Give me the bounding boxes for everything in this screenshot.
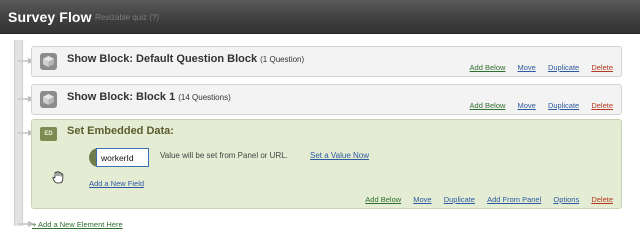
embedded-data-icon: ED bbox=[40, 127, 57, 141]
flow-connector: ▶ bbox=[18, 129, 34, 137]
delete-link[interactable]: Delete bbox=[591, 63, 613, 72]
duplicate-link[interactable]: Duplicate bbox=[548, 63, 579, 72]
embedded-field-input[interactable] bbox=[96, 148, 149, 167]
set-value-now-link[interactable]: Set a Value Now bbox=[310, 151, 369, 160]
delete-link[interactable]: Delete bbox=[591, 101, 613, 110]
block-title: Show Block: Block 1 (14 Questions) bbox=[67, 91, 231, 103]
move-link[interactable]: Move bbox=[413, 195, 431, 204]
hand-cursor-icon bbox=[52, 171, 64, 189]
block-title: Show Block: Default Question Block (1 Qu… bbox=[67, 53, 305, 65]
flow-connector: ▶ bbox=[18, 57, 34, 65]
value-source-note: Value will be set from Panel or URL. bbox=[160, 151, 288, 160]
block-actions: Add Below Move Duplicate Delete bbox=[460, 63, 613, 72]
add-new-element-link[interactable]: + Add a New Element Here bbox=[32, 220, 123, 229]
flow-connector: ▶ bbox=[18, 95, 34, 103]
block-actions: Add Below Move Duplicate Delete bbox=[460, 101, 613, 110]
embedded-data-block: ED Set Embedded Data: Value will be set … bbox=[31, 119, 622, 209]
add-new-field-link[interactable]: Add a New Field bbox=[89, 179, 144, 188]
add-below-link[interactable]: Add Below bbox=[470, 63, 506, 72]
add-below-link[interactable]: Add Below bbox=[470, 101, 506, 110]
embedded-actions: Add Below Move Duplicate Add From Panel … bbox=[355, 195, 613, 204]
flow-block-default: Show Block: Default Question Block (1 Qu… bbox=[31, 46, 622, 77]
page-title: Survey Flow bbox=[8, 9, 92, 25]
flow-connector: ▶ bbox=[18, 220, 34, 228]
cube-icon bbox=[40, 91, 57, 108]
duplicate-link[interactable]: Duplicate bbox=[444, 195, 475, 204]
cube-icon bbox=[40, 53, 57, 70]
embedded-data-title: Set Embedded Data: bbox=[67, 125, 174, 137]
move-link[interactable]: Move bbox=[518, 63, 536, 72]
flow-block-1: Show Block: Block 1 (14 Questions) Add B… bbox=[31, 84, 622, 115]
move-link[interactable]: Move bbox=[518, 101, 536, 110]
block-question-count: (1 Question) bbox=[260, 55, 305, 64]
block-question-count: (14 Questions) bbox=[178, 93, 231, 102]
add-from-panel-link[interactable]: Add From Panel bbox=[487, 195, 541, 204]
duplicate-link[interactable]: Duplicate bbox=[548, 101, 579, 110]
options-link[interactable]: Options bbox=[553, 195, 579, 204]
add-below-link[interactable]: Add Below bbox=[365, 195, 401, 204]
delete-link[interactable]: Delete bbox=[591, 195, 613, 204]
header-subtitle: Resizable quiz (?) bbox=[95, 13, 160, 22]
survey-flow-header: Survey Flow Resizable quiz (?) bbox=[0, 0, 640, 34]
